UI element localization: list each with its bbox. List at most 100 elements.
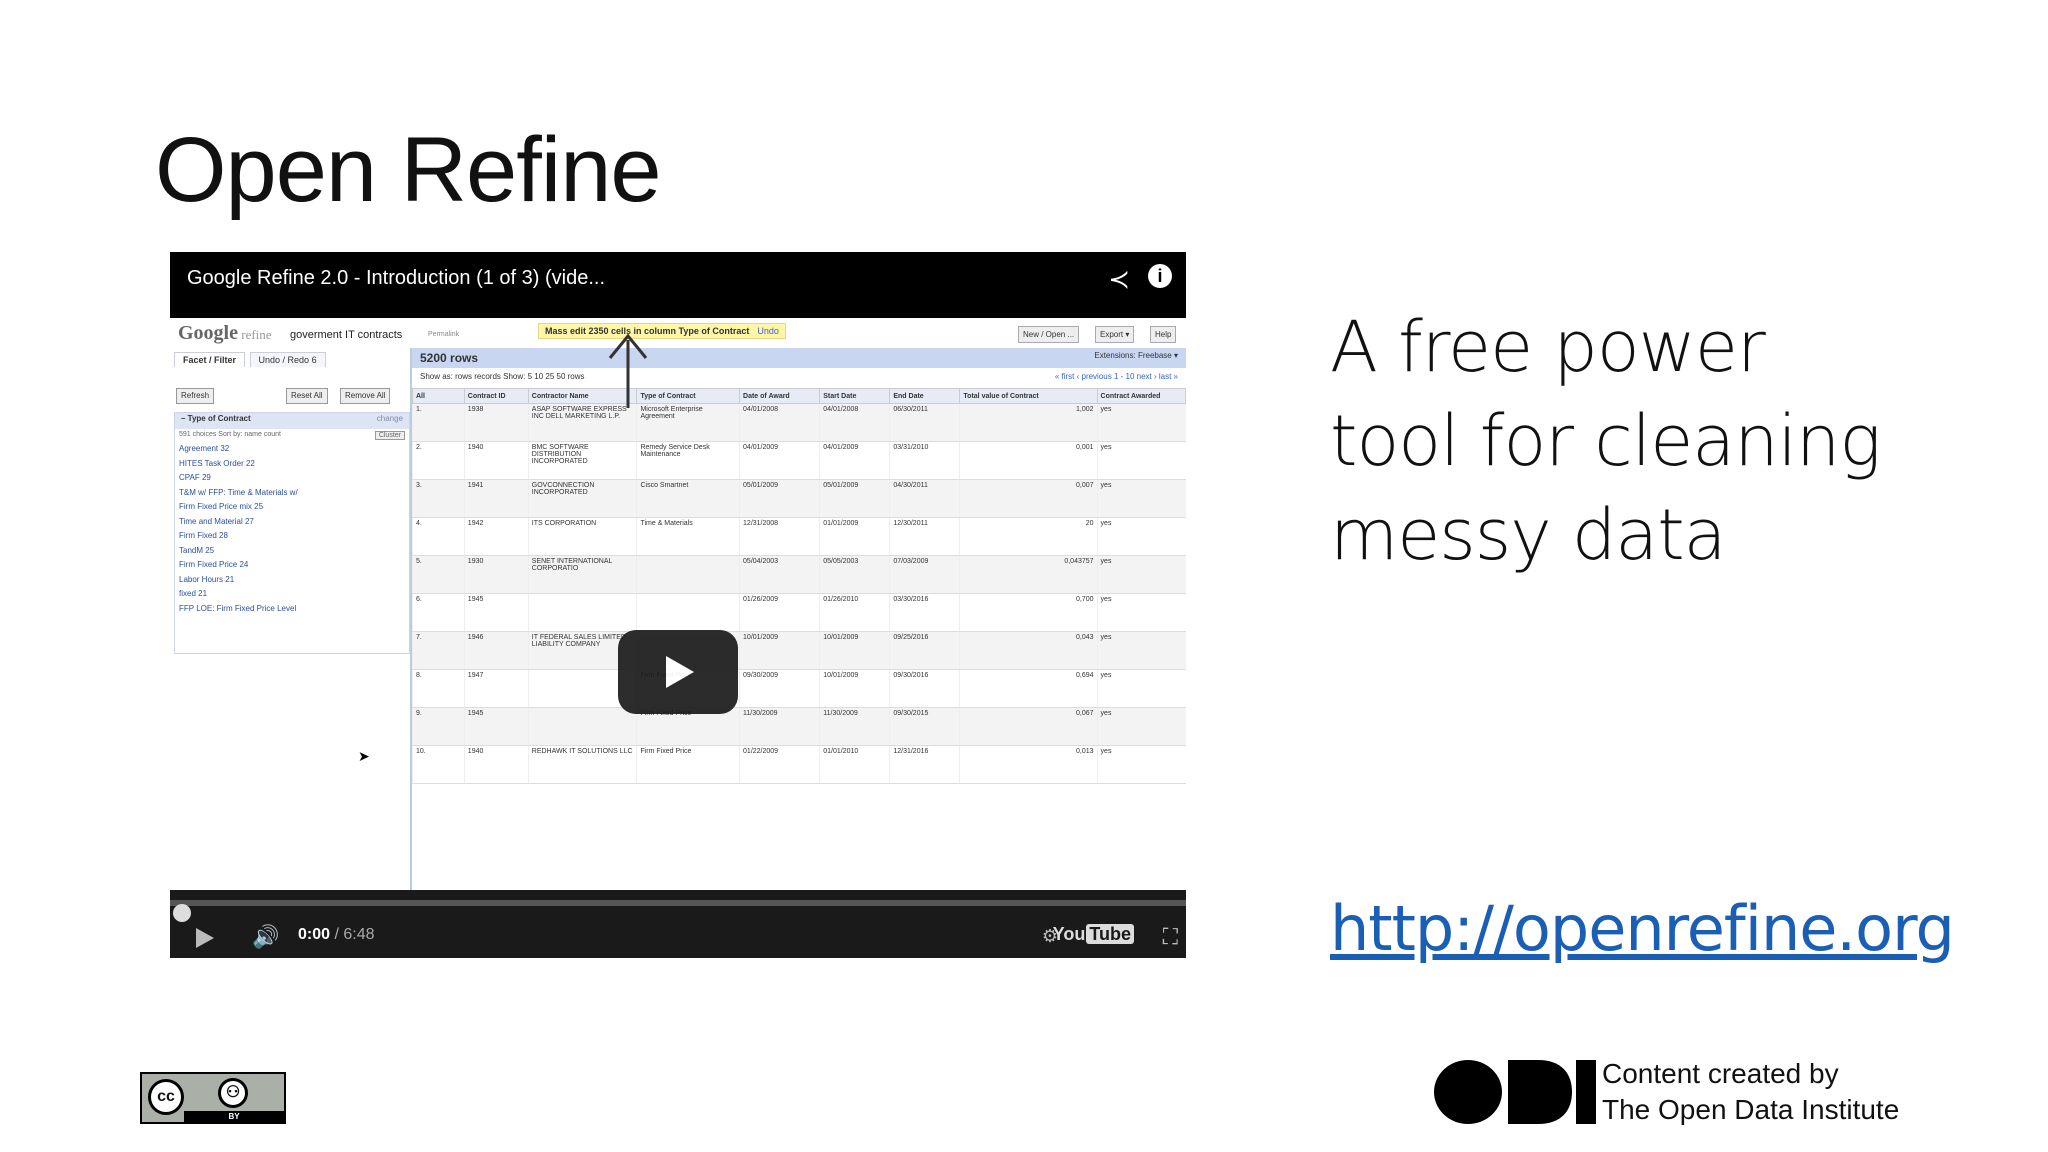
table-cell: 05/01/2009: [739, 479, 820, 518]
table-cell: yes: [1096, 517, 1186, 556]
table-cell: 0,007: [959, 479, 1098, 518]
play-button[interactable]: [618, 630, 738, 714]
progress-bar[interactable]: [170, 900, 1186, 922]
table-cell: 7.: [412, 631, 465, 670]
refresh-button: Refresh: [176, 388, 215, 404]
table-cell: [527, 707, 637, 746]
video-title-bar: Google Refine 2.0 - Introduction (1 of 3…: [170, 252, 1186, 318]
facet-title: – Type of Contract: [181, 414, 251, 423]
table-cell: yes: [1096, 403, 1186, 442]
table-cell: 1938: [463, 403, 529, 442]
volume-icon[interactable]: 🔊: [252, 924, 279, 950]
table-cell: [636, 593, 740, 632]
table-cell: 10.: [412, 745, 465, 784]
table-cell: 09/30/2016: [889, 669, 960, 708]
table-cell: 0,067: [959, 707, 1098, 746]
table-cell: 04/01/2008: [819, 403, 890, 442]
new-open-button: New / Open ...: [1018, 326, 1080, 343]
facet-sort: 591 choices Sort by: name count: [179, 431, 281, 438]
column-header: Date of Award: [739, 388, 821, 404]
header-row: All Contract ID Contractor Name Type of Con…: [412, 388, 1186, 404]
refine-logo: Google refine: [178, 322, 272, 344]
table-cell: 6.: [412, 593, 465, 632]
credit-line-1: Content created by: [1602, 1058, 1839, 1089]
info-icon[interactable]: i: [1148, 264, 1172, 288]
table-cell: Remedy Service Desk Maintenance: [636, 441, 740, 480]
table-cell: yes: [1096, 631, 1186, 670]
share-icon[interactable]: ≺: [1108, 264, 1130, 295]
table-row: 10. 1940 REDHAWK IT SOLUTIONS LLC Firm Fixe…: [412, 745, 1186, 784]
column-header: End Date: [889, 388, 961, 404]
table-cell: 1945: [463, 707, 529, 746]
youtube-logo[interactable]: You Tube: [1053, 924, 1134, 945]
table-cell: ITS CORPORATION: [527, 517, 637, 556]
table-cell: [636, 555, 740, 594]
control-play-icon[interactable]: [196, 928, 214, 948]
table-cell: 11/30/2009: [819, 707, 890, 746]
table-row: 9.1945Firm Fixed Price11/30/200911/30/20…: [412, 707, 1186, 746]
table-cell: 0,001: [959, 441, 1098, 480]
extensions: Extensions: Freebase ▾: [1094, 351, 1178, 360]
table-cell: 8.: [412, 669, 465, 708]
table-row: 1. 1938 ASAP SOFTWARE EXPRESS INC DELL MAR…: [412, 403, 1186, 442]
project-name: goverment IT contracts: [290, 329, 403, 341]
column-header: All: [412, 388, 465, 404]
cluster-button: Cluster: [374, 431, 405, 440]
tab-facet-filter: Facet / Filter: [174, 352, 246, 367]
table-cell: yes: [1096, 745, 1186, 784]
progress-knob[interactable]: [173, 904, 191, 922]
table-row: 6. 1945 01/26/2009 01/26/2010 03/30/2016 0,70…: [412, 593, 1186, 632]
table-row: 5. 1930 SENET INTERNATIONAL CORPORATIO 05/0…: [412, 555, 1186, 594]
table-cell: 2.: [412, 441, 465, 480]
table-cell: 12/30/2011: [889, 517, 960, 556]
video-title[interactable]: Google Refine 2.0 - Introduction (1 of 3…: [187, 262, 605, 294]
table-cell: 10/01/2009: [739, 631, 820, 670]
facet-choice: HITES Task Order 22: [179, 458, 255, 468]
facet-choice: Firm Fixed Price 24: [179, 560, 249, 569]
table-cell: 04/01/2009: [819, 441, 890, 480]
facet-choice: CPAF 29: [179, 473, 211, 482]
table-cell: 1945: [463, 593, 529, 632]
facet-choice: Labor Hours 21: [179, 574, 235, 584]
refine-header: Google refine goverment IT contracts Per…: [170, 318, 1186, 348]
table-cell: GOVCONNECTION INCORPORATED: [527, 479, 637, 518]
reset-all-button: Reset All: [286, 388, 328, 404]
table-cell: 03/31/2010: [889, 441, 960, 480]
video-frame[interactable]: Google refine goverment IT contracts Per…: [170, 318, 1186, 890]
table-cell: 03/30/2016: [889, 593, 960, 632]
license-label: BY: [184, 1111, 284, 1122]
tagline-line-1: A free power: [1330, 306, 1766, 388]
column-header: Total value of Contract: [959, 388, 1098, 404]
table-cell: 1947: [463, 669, 529, 708]
table-cell: 3.: [412, 479, 465, 518]
credit-line-2: The Open Data Institute: [1602, 1094, 1900, 1125]
data-grid-pane: 5200 rows Extensions: Freebase ▾ Show as:…: [412, 348, 1186, 890]
table-cell: 1940: [463, 441, 529, 480]
table-cell: 1930: [463, 555, 529, 594]
table-cell: 1940: [463, 745, 529, 784]
column-header: Contract ID: [463, 388, 529, 404]
table-cell: 1946: [463, 631, 529, 670]
openrefine-link[interactable]: http://openrefine.org: [1330, 892, 1955, 965]
table-cell: 09/30/2009: [739, 669, 820, 708]
video-player[interactable]: Google Refine 2.0 - Introduction (1 of 3…: [170, 252, 1186, 958]
play-icon: [666, 656, 694, 688]
tab-undo-redo: Undo / Redo 6: [249, 352, 326, 367]
attribution-icon: ⚇: [218, 1078, 248, 1108]
table-cell: 0,043757: [959, 555, 1098, 594]
fullscreen-icon[interactable]: ⛶: [1163, 924, 1178, 950]
permalink: Permalink: [428, 331, 460, 338]
table-cell: 10/01/2009: [819, 669, 890, 708]
slide-title: Open Refine: [155, 119, 662, 221]
table-cell: 05/05/2003: [819, 555, 890, 594]
table-cell: 1941: [463, 479, 529, 518]
table-cell: 04/01/2009: [739, 441, 820, 480]
facet-pane: Facet / Filter Undo / Redo 6 Refresh Res…: [170, 348, 412, 890]
facet-choice: Firm Fixed Price mix 25: [179, 502, 264, 511]
table-cell: 1,002: [959, 403, 1098, 442]
table-cell: SENET INTERNATIONAL CORPORATIO: [527, 555, 637, 594]
table-cell: yes: [1096, 441, 1186, 480]
table-cell: 0,700: [959, 593, 1098, 632]
column-header: Contract Awarded: [1096, 388, 1186, 404]
column-header: Start Date: [819, 388, 891, 404]
